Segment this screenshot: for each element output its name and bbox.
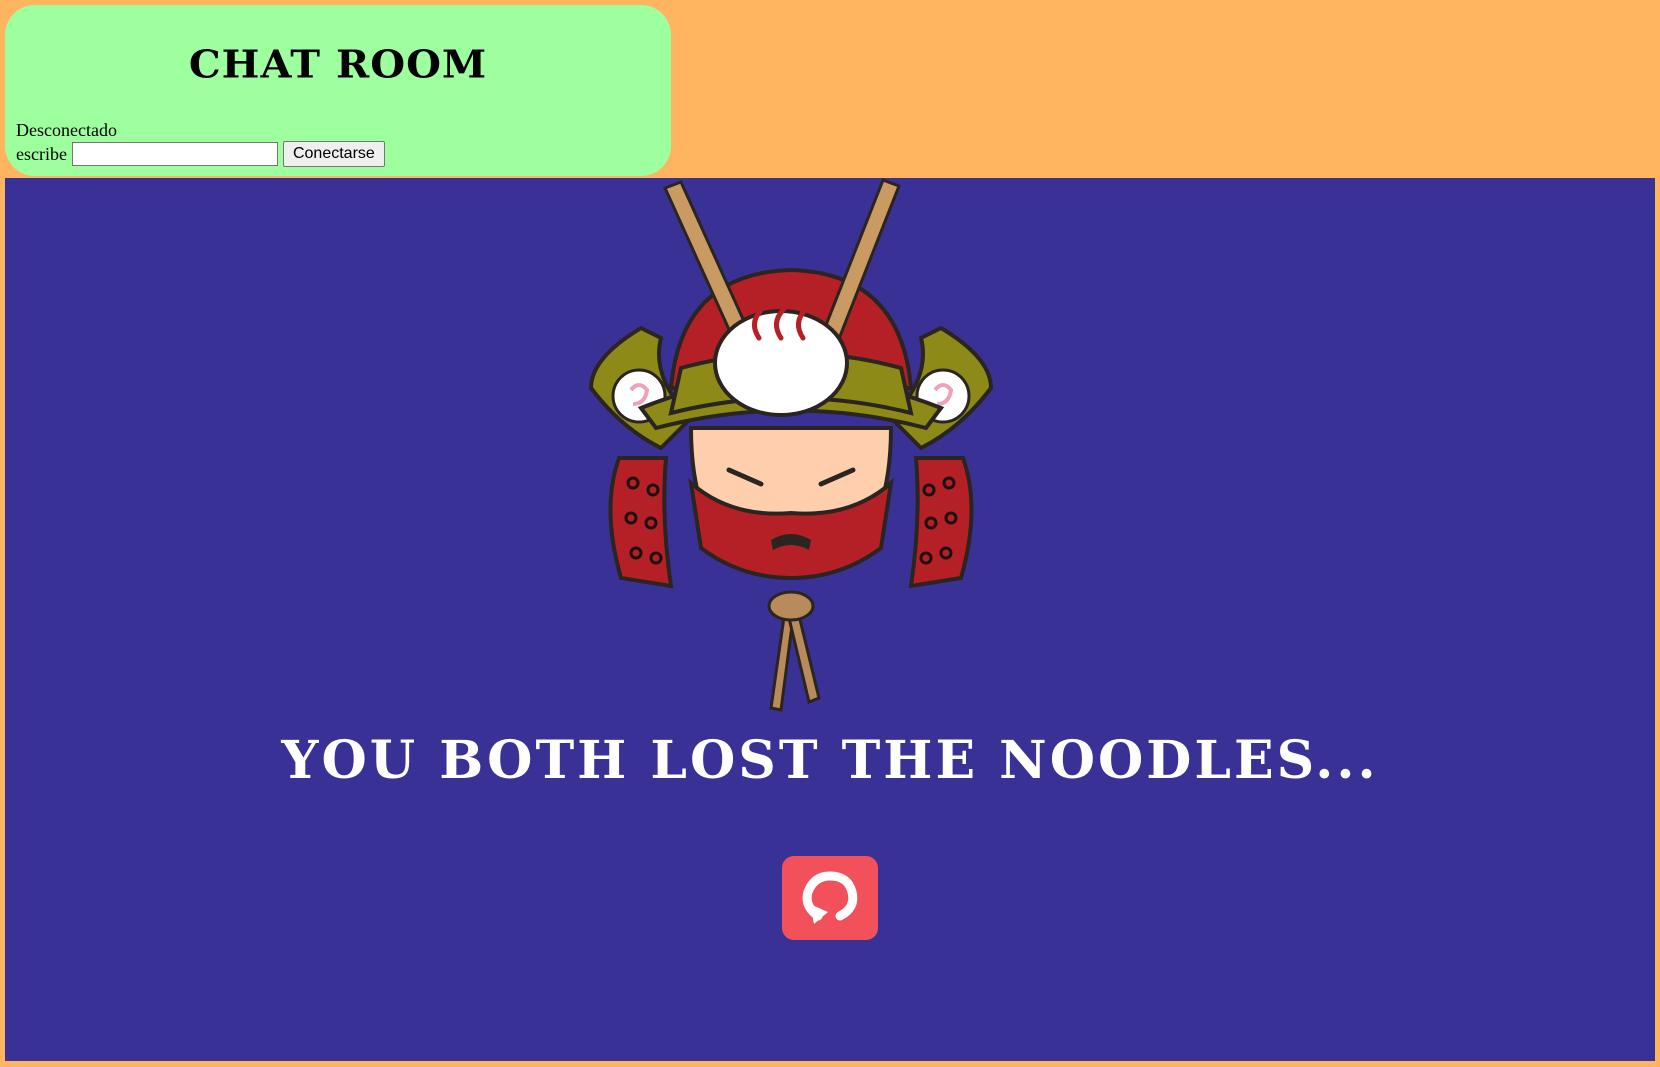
- game-result-message: YOU BOTH LOST THE NOODLES...: [281, 730, 1379, 791]
- compose-label: escribe: [16, 143, 67, 164]
- chat-room-panel: CHAT ROOM Desconectado escribe Conectars…: [5, 5, 671, 176]
- connect-button[interactable]: Conectarse: [282, 141, 385, 167]
- chat-room-title: CHAT ROOM: [188, 42, 488, 87]
- samurai-noodle-mascot-icon: [588, 178, 994, 712]
- restart-button[interactable]: [782, 856, 878, 940]
- restart-icon: [802, 871, 858, 924]
- game-area: YOU BOTH LOST THE NOODLES...: [5, 178, 1655, 1061]
- message-input[interactable]: [71, 142, 278, 166]
- compose-row: escribe Conectarse: [16, 141, 385, 167]
- connection-status: Desconectado: [16, 120, 117, 140]
